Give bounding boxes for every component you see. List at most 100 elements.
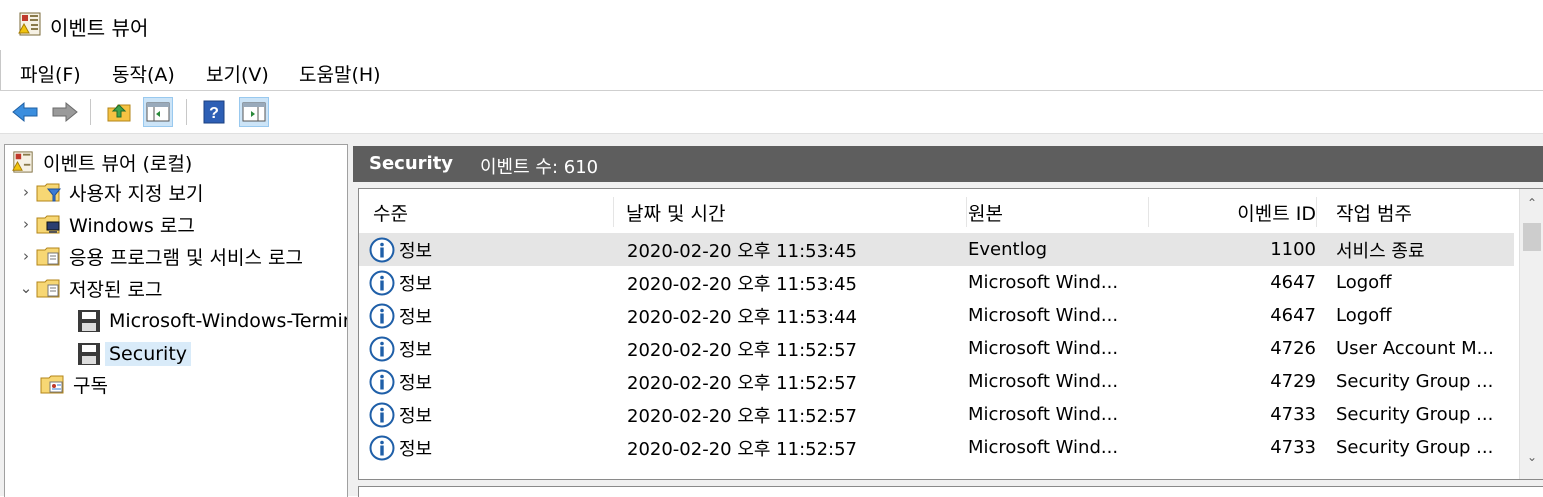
event-details-pane bbox=[358, 486, 1543, 497]
folder-computer-icon bbox=[35, 211, 63, 237]
tree-item-label: 사용자 지정 보기 bbox=[69, 182, 204, 205]
toolbar-separator bbox=[90, 99, 91, 125]
help-icon[interactable]: ? bbox=[199, 97, 229, 127]
source-cell: Microsoft Wind... bbox=[968, 338, 1119, 359]
show-hide-action-pane-icon[interactable] bbox=[239, 97, 269, 127]
table-row[interactable]: 정보 2020-02-20 오후 11:52:57 Microsoft Wind..… bbox=[359, 332, 1514, 365]
column-header-task-category[interactable]: 작업 범주 bbox=[1336, 197, 1511, 227]
table-row[interactable]: 정보 2020-02-20 오후 11:53:44 Microsoft Wind..… bbox=[359, 299, 1514, 332]
show-hide-console-tree-icon[interactable] bbox=[143, 97, 173, 127]
menu-help[interactable]: 도움말(H) bbox=[299, 60, 381, 87]
back-arrow-icon[interactable] bbox=[10, 97, 40, 127]
up-folder-icon[interactable] bbox=[104, 97, 134, 127]
info-icon bbox=[369, 369, 395, 395]
grid-header: 수준 날짜 및 시간 원본 이벤트 ID 작업 범주 bbox=[359, 189, 1519, 233]
menu-view[interactable]: 보기(V) bbox=[206, 60, 269, 87]
info-icon bbox=[369, 336, 395, 362]
event-viewer-icon bbox=[18, 12, 42, 36]
tree-item-label: 저장된 로그 bbox=[69, 278, 163, 301]
log-name: Security bbox=[369, 153, 454, 174]
chevron-right-icon[interactable]: › bbox=[17, 215, 35, 233]
scroll-up-icon[interactable]: ⌃ bbox=[1520, 191, 1543, 215]
content-area: 이벤트 뷰어 (로컬) › 사용자 지정 보기 › Windows 로그 › 응… bbox=[0, 134, 1543, 497]
events-grid: 수준 날짜 및 시간 원본 이벤트 ID 작업 범주 정보 2020-02-20 … bbox=[358, 188, 1543, 480]
tree-item-custom-views[interactable]: › 사용자 지정 보기 bbox=[17, 177, 203, 207]
info-icon bbox=[369, 303, 395, 329]
vertical-scrollbar[interactable]: ⌃ ⌄ bbox=[1519, 189, 1543, 479]
window-title: 이벤트 뷰어 bbox=[50, 16, 149, 40]
info-icon bbox=[369, 402, 395, 428]
level-cell: 정보 bbox=[369, 266, 599, 299]
task-category-cell: Logoff bbox=[1336, 305, 1392, 326]
tree-item-label: Microsoft-Windows-TerminalServices bbox=[109, 310, 347, 332]
chevron-right-icon[interactable]: › bbox=[17, 247, 35, 265]
datetime-cell: 2020-02-20 오후 11:53:45 bbox=[627, 273, 858, 295]
info-icon bbox=[369, 237, 395, 263]
folder-log-icon bbox=[35, 243, 63, 269]
event-id-cell: 4647 bbox=[1270, 272, 1316, 293]
event-id-cell: 4733 bbox=[1270, 404, 1316, 425]
column-header-datetime[interactable]: 날짜 및 시간 bbox=[614, 197, 967, 227]
task-category-cell: Security Group ... bbox=[1336, 371, 1494, 392]
tree-item-security-log[interactable]: Security bbox=[75, 339, 192, 369]
tree-item-terminal-services-log[interactable]: Microsoft-Windows-TerminalServices bbox=[75, 306, 347, 336]
toolbar-separator bbox=[186, 99, 187, 125]
column-header-level[interactable]: 수준 bbox=[359, 197, 614, 227]
table-row[interactable]: 정보 2020-02-20 오후 11:52:57 Microsoft Wind..… bbox=[359, 431, 1514, 464]
level-text: 정보 bbox=[399, 405, 433, 427]
tree-item-windows-logs[interactable]: › Windows 로그 bbox=[17, 209, 195, 239]
level-cell: 정보 bbox=[369, 233, 599, 266]
task-category-cell: 서비스 종료 bbox=[1336, 240, 1425, 262]
table-row[interactable]: 정보 2020-02-20 오후 11:52:57 Microsoft Wind..… bbox=[359, 398, 1514, 431]
event-id-cell: 4733 bbox=[1270, 437, 1316, 458]
tree-item-root[interactable]: 이벤트 뷰어 (로컬) bbox=[9, 147, 192, 177]
tree-item-saved-logs[interactable]: ⌄ 저장된 로그 bbox=[17, 273, 163, 303]
table-row[interactable]: 정보 2020-02-20 오후 11:53:45 Microsoft Wind..… bbox=[359, 266, 1514, 299]
menu-action[interactable]: 동작(A) bbox=[112, 60, 175, 87]
event-id-cell: 1100 bbox=[1270, 239, 1316, 260]
title-bar: 이벤트 뷰어 bbox=[0, 0, 1543, 50]
toolbar: ? bbox=[0, 91, 1543, 134]
scroll-thumb[interactable] bbox=[1523, 223, 1541, 251]
event-id-cell: 4647 bbox=[1270, 305, 1316, 326]
task-category-cell: Security Group ... bbox=[1336, 404, 1494, 425]
datetime-cell: 2020-02-20 오후 11:52:57 bbox=[627, 405, 858, 427]
floppy-disk-icon bbox=[75, 341, 103, 367]
level-text: 정보 bbox=[399, 372, 433, 394]
event-id-cell: 4726 bbox=[1270, 338, 1316, 359]
table-row[interactable]: 정보 2020-02-20 오후 11:52:57 Microsoft Wind..… bbox=[359, 365, 1514, 398]
source-cell: Eventlog bbox=[968, 239, 1048, 260]
tree-item-app-service-logs[interactable]: › 응용 프로그램 및 서비스 로그 bbox=[17, 241, 303, 271]
level-text: 정보 bbox=[399, 438, 433, 460]
column-header-event-id[interactable]: 이벤트 ID bbox=[1140, 197, 1317, 227]
event-count: 이벤트 수: 610 bbox=[480, 157, 599, 178]
column-header-source[interactable]: 원본 bbox=[956, 197, 1149, 227]
source-cell: Microsoft Wind... bbox=[968, 371, 1119, 392]
floppy-disk-icon bbox=[75, 308, 103, 334]
level-cell: 정보 bbox=[369, 365, 599, 398]
task-category-cell: Logoff bbox=[1336, 272, 1392, 293]
svg-text:?: ? bbox=[209, 105, 219, 122]
chevron-right-icon[interactable]: › bbox=[17, 183, 35, 201]
level-cell: 정보 bbox=[369, 299, 599, 332]
source-cell: Microsoft Wind... bbox=[968, 305, 1119, 326]
task-category-cell: User Account M... bbox=[1336, 338, 1494, 359]
scroll-down-icon[interactable]: ⌄ bbox=[1520, 445, 1543, 469]
event-id-cell: 4729 bbox=[1270, 371, 1316, 392]
level-text: 정보 bbox=[399, 306, 433, 328]
subscription-icon bbox=[39, 371, 67, 397]
level-cell: 정보 bbox=[369, 398, 599, 431]
folder-log-icon bbox=[35, 275, 63, 301]
level-text: 정보 bbox=[399, 273, 433, 295]
datetime-cell: 2020-02-20 오후 11:52:57 bbox=[627, 339, 858, 361]
level-cell: 정보 bbox=[369, 332, 599, 365]
source-cell: Microsoft Wind... bbox=[968, 272, 1119, 293]
menu-file[interactable]: 파일(F) bbox=[20, 60, 81, 87]
navigation-tree: 이벤트 뷰어 (로컬) › 사용자 지정 보기 › Windows 로그 › 응… bbox=[4, 144, 348, 497]
datetime-cell: 2020-02-20 오후 11:52:57 bbox=[627, 438, 858, 460]
tree-item-subscriptions[interactable]: 구독 bbox=[39, 369, 108, 399]
table-row[interactable]: 정보 2020-02-20 오후 11:53:45 Eventlog 1100 서비스 … bbox=[359, 233, 1514, 266]
forward-arrow-icon[interactable] bbox=[50, 97, 80, 127]
chevron-down-icon[interactable]: ⌄ bbox=[17, 279, 35, 297]
datetime-cell: 2020-02-20 오후 11:52:57 bbox=[627, 372, 858, 394]
